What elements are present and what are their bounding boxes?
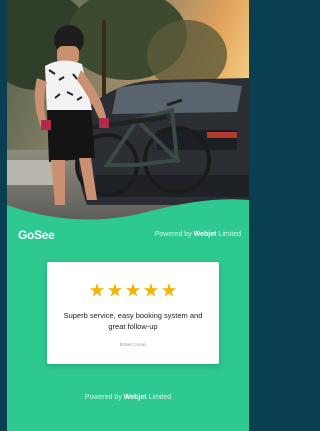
- review-card[interactable]: Superb service, easy booking system and …: [47, 262, 219, 364]
- powered-brand: Webjet: [193, 231, 217, 238]
- star-icon: [107, 283, 123, 297]
- footer-powered-brand: Webjet: [123, 394, 147, 401]
- star-icon: [125, 283, 141, 297]
- review-author: Robert Jones: [119, 342, 147, 347]
- hero-photo: [7, 0, 249, 225]
- footer-powered-prefix: Powered by: [84, 394, 122, 401]
- brand-row: GoSee Powered by Webjet Limited: [7, 228, 249, 246]
- powered-by-top: Powered by Webjet Limited: [155, 231, 241, 238]
- gosee-logo[interactable]: GoSee: [18, 228, 55, 242]
- star-icon: [161, 283, 177, 297]
- footer-powered-suffix: Limited: [148, 394, 172, 401]
- star-rating: [47, 283, 219, 298]
- star-icon: [143, 283, 159, 297]
- cyclist-car-photo: [7, 0, 249, 225]
- powered-by-footer: Powered by Webjet Limited: [7, 394, 249, 401]
- review-text: Superb service, easy booking system and …: [63, 311, 203, 331]
- powered-prefix: Powered by: [154, 231, 192, 238]
- powered-suffix: Limited: [218, 231, 241, 238]
- advert-card[interactable]: GoSee Powered by Webjet Limited Superb s…: [7, 0, 249, 431]
- star-icon: [89, 283, 105, 297]
